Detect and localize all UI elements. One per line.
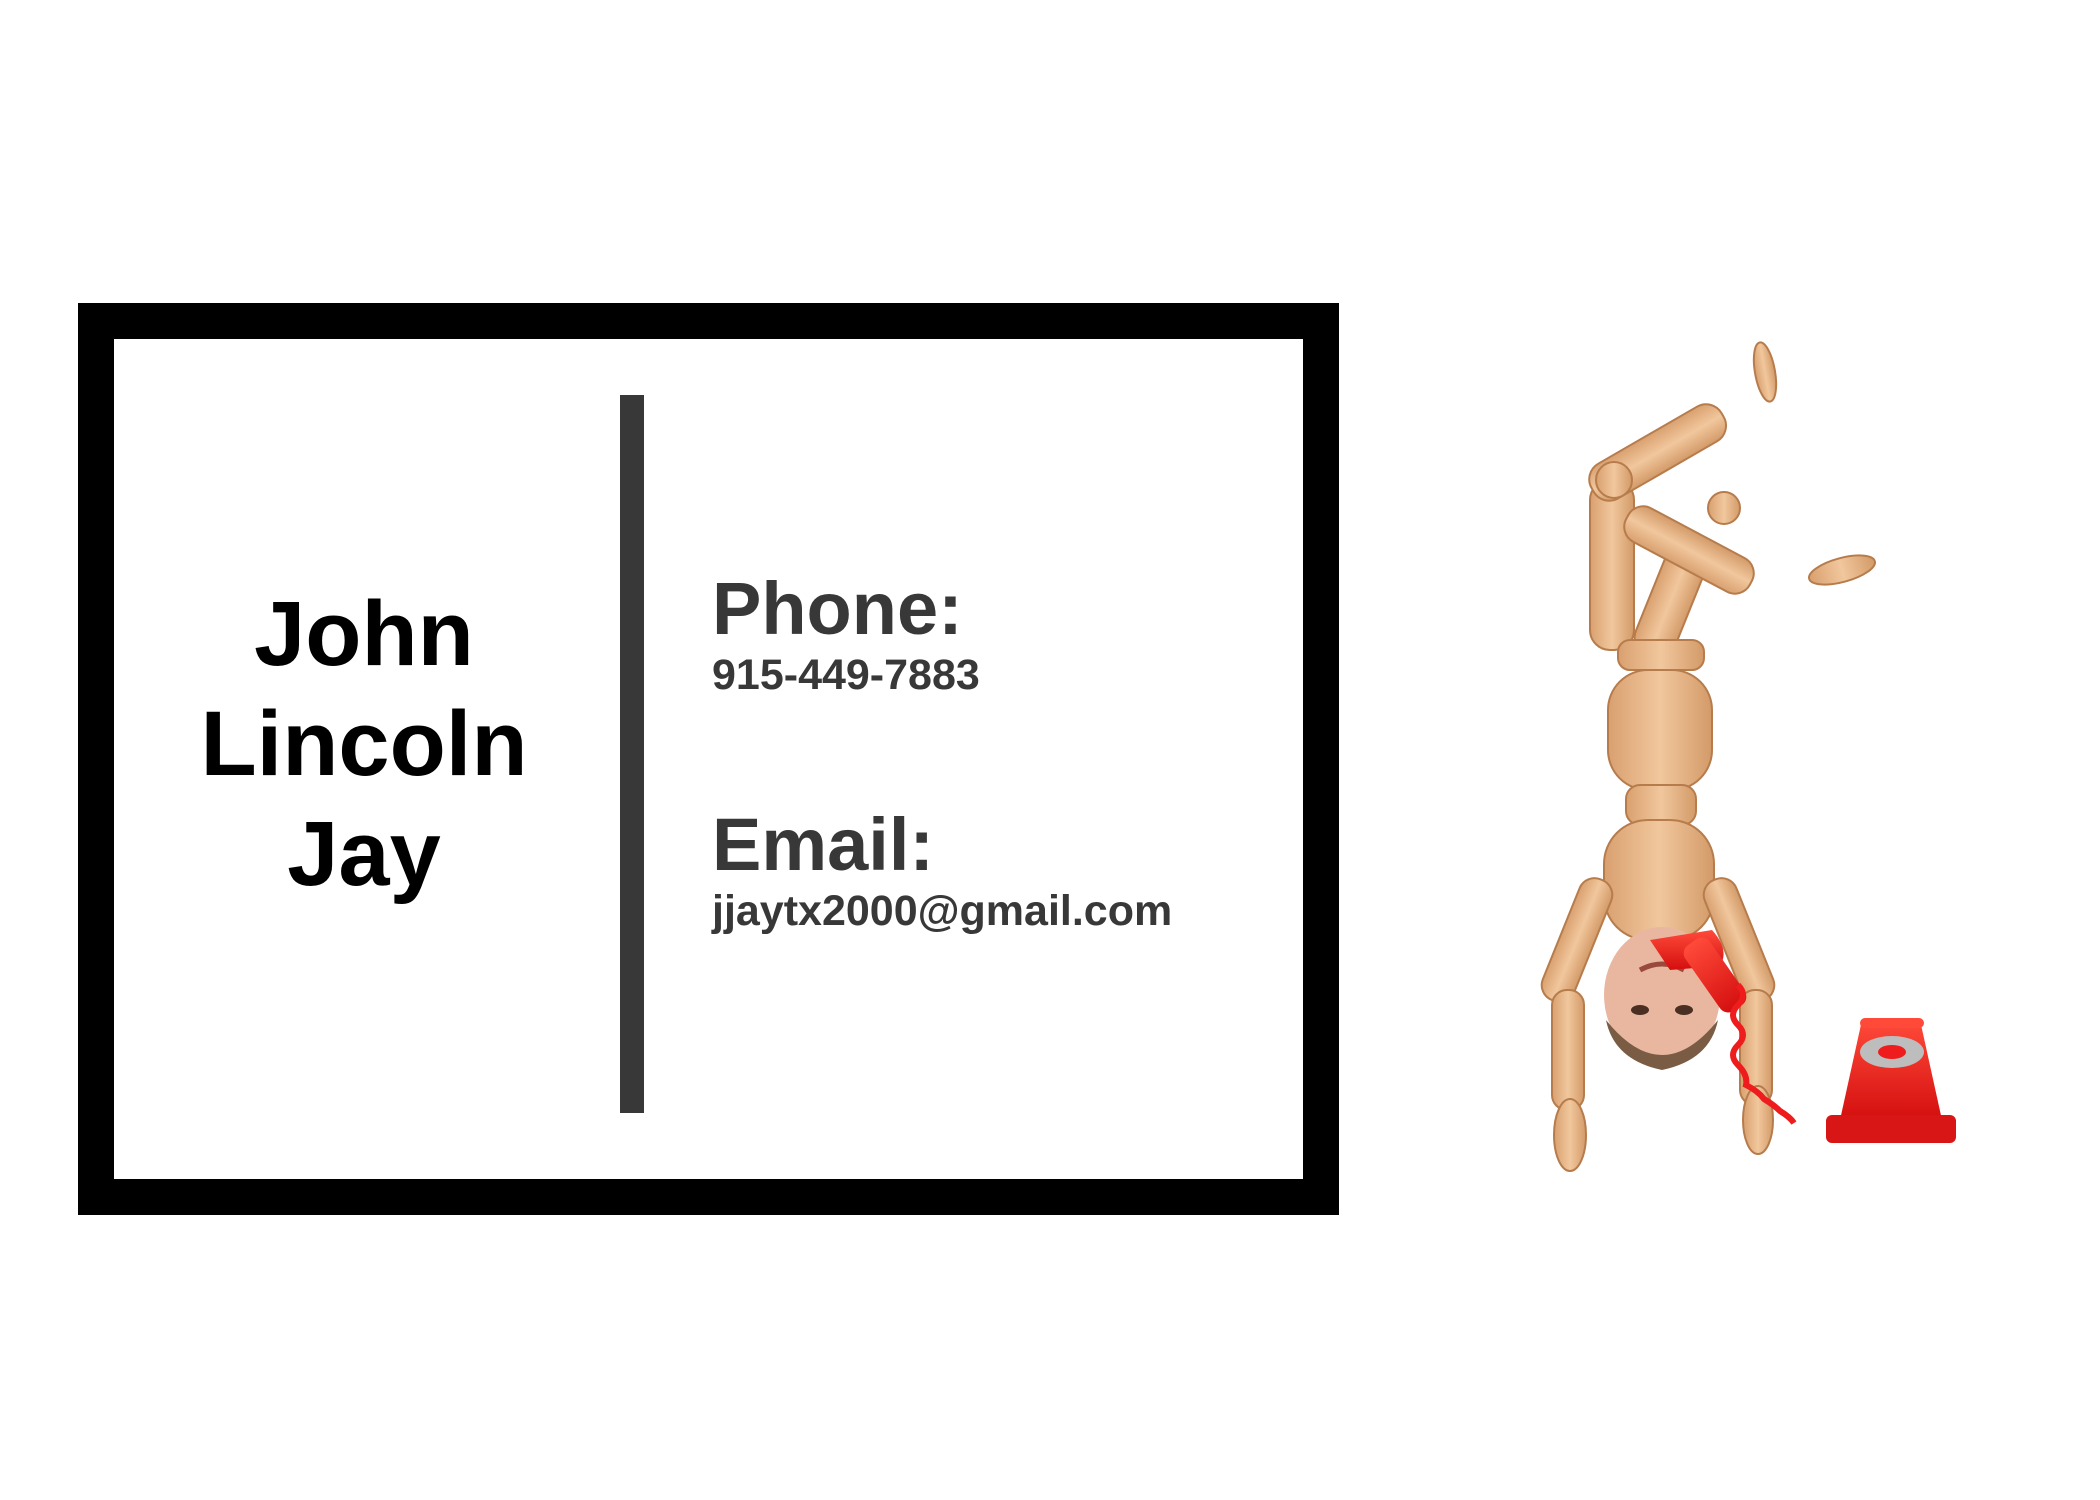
name-block: John Lincoln Jay — [184, 579, 544, 909]
upside-down-mannequin-with-telephone-icon — [1490, 330, 2010, 1190]
phone-number[interactable]: 915-449-7883 — [712, 649, 980, 701]
last-name: Jay — [287, 803, 441, 905]
vertical-divider — [620, 395, 644, 1113]
mannequin-torso — [1603, 639, 1715, 941]
email-address[interactable]: jjaytx2000@gmail.com — [712, 885, 1172, 937]
phone-label: Phone: — [712, 567, 963, 650]
phone-block: Phone: 915-449-7883 — [712, 569, 980, 701]
email-label: Email: — [712, 803, 935, 886]
email-block: Email: jjaytx2000@gmail.com — [712, 805, 1172, 937]
middle-name: Lincoln — [200, 693, 528, 795]
rotary-telephone — [1826, 1018, 1956, 1143]
mannequin-leg-lower — [1623, 491, 1876, 659]
business-card: John Lincoln Jay Phone: 915-449-7883 Ema… — [78, 303, 1339, 1215]
first-name: John — [254, 583, 474, 685]
